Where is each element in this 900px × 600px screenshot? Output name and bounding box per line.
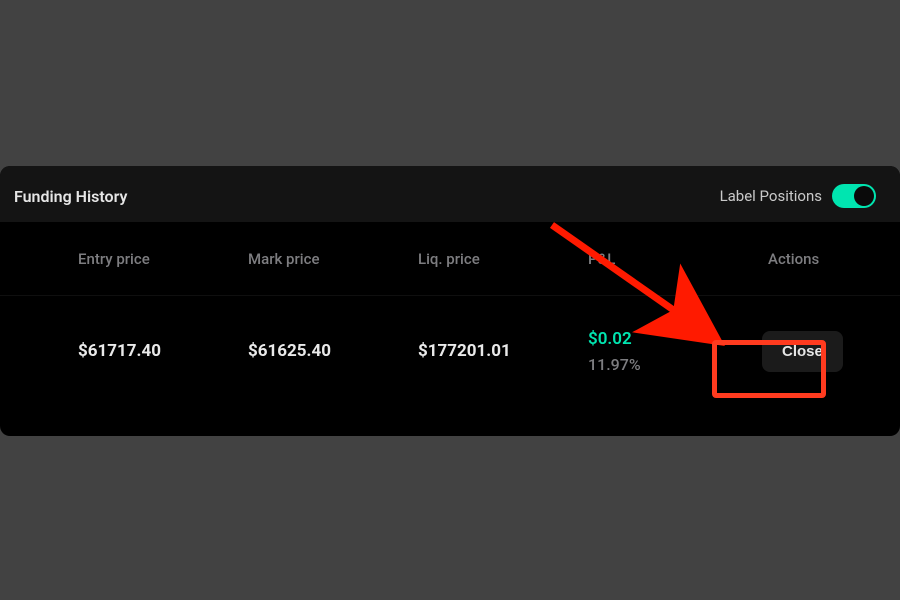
toggle-label: Label Positions — [720, 187, 822, 205]
col-actions: Actions — [738, 250, 870, 268]
label-positions-group: Label Positions — [720, 184, 876, 208]
funding-panel: Funding History Label Positions Entry pr… — [0, 166, 900, 436]
pnl-percent: 11.97% — [588, 355, 738, 374]
label-positions-toggle[interactable] — [832, 184, 876, 208]
table-row: $61717.40 $61625.40 $177201.01 $0.02 11.… — [0, 296, 900, 406]
pnl-value: $0.02 — [588, 329, 738, 349]
cell-entry-price: $61717.40 — [78, 341, 248, 361]
col-entry-price: Entry price — [78, 250, 248, 268]
cell-liq-price: $177201.01 — [418, 341, 588, 361]
panel-title: Funding History — [14, 187, 127, 206]
cell-pnl: $0.02 11.97% — [588, 329, 738, 374]
panel-header: Funding History Label Positions — [0, 166, 900, 222]
positions-table: Entry price Mark price Liq. price P&L Ac… — [0, 222, 900, 406]
cell-mark-price: $61625.40 — [248, 341, 418, 361]
table-header-row: Entry price Mark price Liq. price P&L Ac… — [0, 222, 900, 296]
col-mark-price: Mark price — [248, 250, 418, 268]
toggle-knob — [854, 186, 874, 206]
cell-actions: Close — [738, 331, 870, 372]
col-pnl: P&L — [588, 250, 738, 268]
col-liq-price: Liq. price — [418, 250, 588, 268]
close-button[interactable]: Close — [762, 331, 843, 372]
